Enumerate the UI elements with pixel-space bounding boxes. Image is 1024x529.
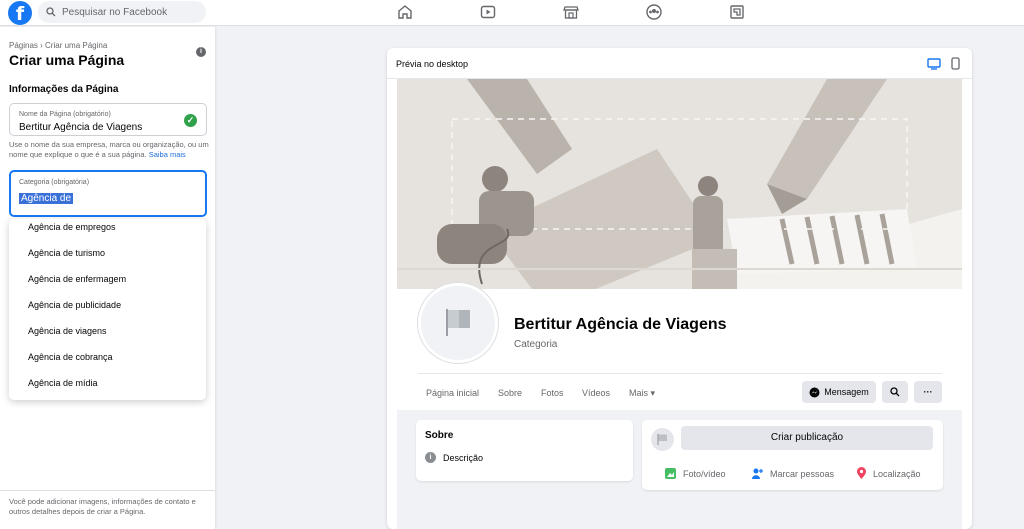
page-preview: Bertitur Agência de Viagens Categoria Pá… bbox=[397, 79, 962, 529]
breadcrumb[interactable]: Páginas › Criar uma Página bbox=[9, 41, 107, 50]
watch-icon[interactable] bbox=[479, 3, 497, 21]
post-composer: Criar publicação Foto/vídeo Marcar pesso… bbox=[642, 420, 943, 490]
create-page-sidebar: Páginas › Criar uma Página Criar uma Pág… bbox=[0, 27, 215, 529]
page-title: Criar uma Página bbox=[9, 52, 125, 68]
photo-video-action[interactable]: Foto/vídeo bbox=[664, 467, 726, 480]
learn-more-link[interactable]: Saiba mais bbox=[149, 150, 186, 159]
about-card: Sobre i Descrição bbox=[416, 420, 633, 481]
flag-icon bbox=[446, 309, 470, 336]
page-name-value[interactable]: Bertitur Agência de Viagens bbox=[19, 122, 142, 133]
message-button[interactable]: Mensagem bbox=[802, 381, 876, 403]
category-option[interactable]: Agência de mídia bbox=[9, 377, 206, 403]
tab-more[interactable]: Mais ▾ bbox=[629, 388, 655, 399]
tab-home[interactable]: Página inicial bbox=[426, 388, 479, 398]
category-field[interactable]: Categoria (obrigatória) Agência de bbox=[9, 170, 207, 217]
preview-title: Prévia no desktop bbox=[396, 59, 469, 69]
messenger-icon bbox=[809, 387, 820, 397]
search-icon bbox=[890, 387, 900, 397]
location-action[interactable]: Localização bbox=[856, 467, 921, 480]
preview-page-name: Bertitur Agência de Viagens bbox=[514, 316, 727, 333]
about-description: Descrição bbox=[443, 452, 484, 463]
profile-header: Bertitur Agência de Viagens Categoria Pá… bbox=[397, 283, 962, 410]
tab-videos[interactable]: Vídeos bbox=[582, 388, 610, 398]
category-label: Categoria (obrigatória) bbox=[19, 179, 90, 186]
category-dropdown: Agência de empregos Agência de turismo A… bbox=[9, 219, 206, 400]
about-description-row: i Descrição bbox=[425, 452, 483, 463]
check-icon: ✓ bbox=[184, 114, 197, 127]
section-title: Informações da Página bbox=[9, 84, 119, 95]
search-button[interactable] bbox=[882, 381, 908, 403]
marketplace-icon[interactable] bbox=[562, 3, 580, 21]
search-icon bbox=[46, 7, 56, 17]
category-option[interactable]: Agência de turismo bbox=[9, 247, 206, 273]
about-title: Sobre bbox=[425, 430, 454, 441]
category-option[interactable]: Agência de enfermagem bbox=[9, 273, 206, 299]
tag-people-icon bbox=[752, 468, 763, 479]
category-option[interactable]: Agência de publicidade bbox=[9, 299, 206, 325]
tab-photos[interactable]: Fotos bbox=[541, 388, 564, 398]
home-icon[interactable] bbox=[396, 3, 414, 21]
desktop-icon[interactable] bbox=[927, 58, 941, 70]
footer-note: Você pode adicionar imagens, informações… bbox=[9, 497, 196, 516]
create-post-button[interactable]: Criar publicação bbox=[681, 426, 933, 450]
category-option[interactable]: Agência de viagens bbox=[9, 325, 206, 351]
divider bbox=[418, 373, 942, 374]
composer-avatar bbox=[651, 428, 674, 451]
groups-icon[interactable] bbox=[645, 3, 663, 21]
tab-about[interactable]: Sobre bbox=[498, 388, 522, 398]
location-pin-icon bbox=[857, 467, 866, 479]
profile-avatar bbox=[418, 283, 498, 363]
tag-people-action[interactable]: Marcar pessoas bbox=[751, 467, 834, 480]
facebook-logo[interactable]: f bbox=[8, 1, 32, 25]
page-name-field[interactable]: Nome da Página (obrigatório) Bertitur Ag… bbox=[9, 103, 207, 136]
info-icon: i bbox=[425, 452, 436, 463]
search-placeholder: Pesquisar no Facebook bbox=[62, 6, 168, 18]
more-options-button[interactable]: ··· bbox=[914, 381, 942, 403]
message-button-label: Mensagem bbox=[824, 387, 869, 397]
search-box[interactable]: Pesquisar no Facebook bbox=[38, 1, 206, 23]
top-bar: f Pesquisar no Facebook bbox=[0, 0, 1024, 26]
gaming-icon[interactable] bbox=[728, 3, 746, 21]
flag-icon bbox=[657, 434, 667, 445]
ellipsis-icon: ··· bbox=[923, 387, 933, 397]
mobile-icon[interactable] bbox=[951, 57, 960, 70]
category-input[interactable]: Agência de bbox=[19, 193, 74, 204]
category-option[interactable]: Agência de empregos bbox=[9, 221, 206, 247]
divider bbox=[0, 490, 215, 491]
info-icon[interactable]: i bbox=[196, 47, 206, 57]
cover-illustration bbox=[397, 79, 962, 289]
page-name-label: Nome da Página (obrigatório) bbox=[19, 111, 111, 118]
category-option[interactable]: Agência de cobrança bbox=[9, 351, 206, 377]
photo-icon bbox=[665, 468, 676, 479]
preview-page-category: Categoria bbox=[514, 339, 558, 350]
helper-text: Use o nome da sua empresa, marca ou orga… bbox=[9, 140, 209, 159]
desktop-preview-card: Prévia no desktop Bertitur Agência de Vi… bbox=[387, 48, 972, 529]
